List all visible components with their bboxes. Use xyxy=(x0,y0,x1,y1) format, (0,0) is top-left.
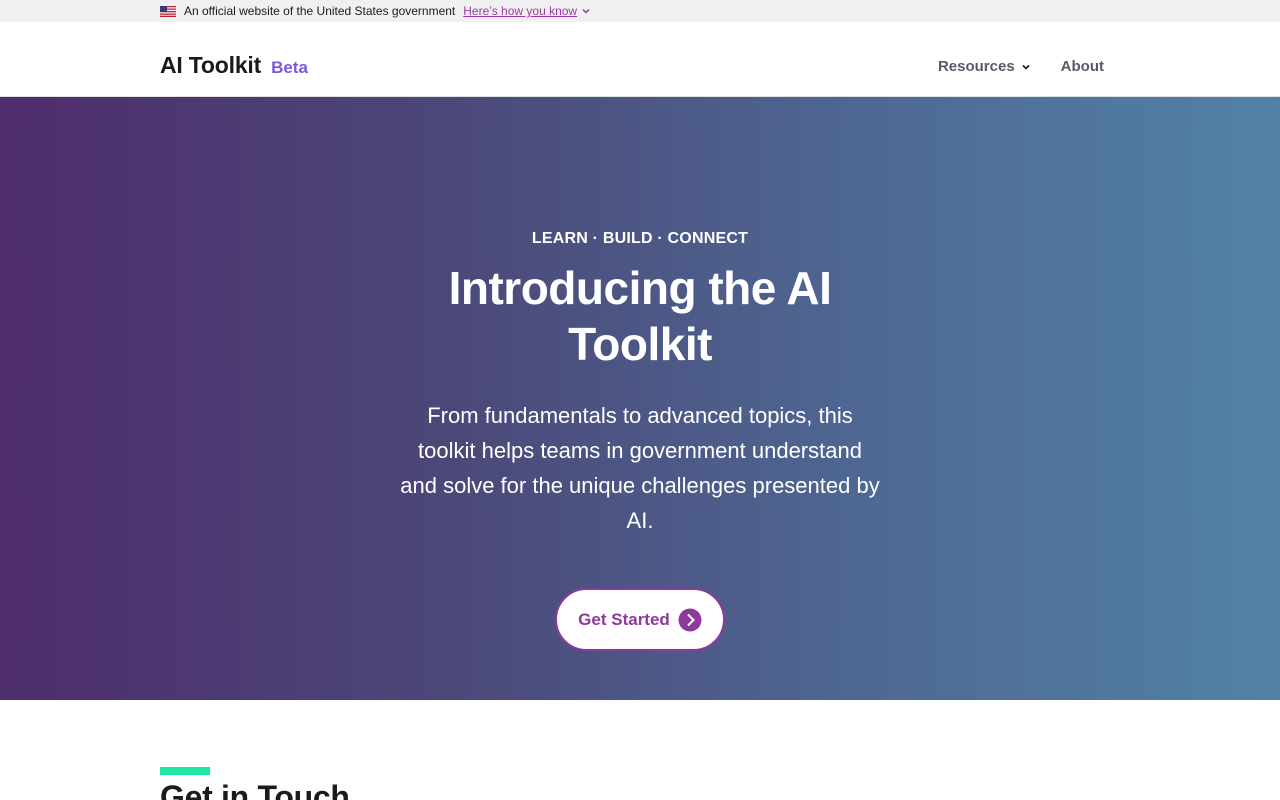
section-accent-bar xyxy=(160,767,210,775)
heres-how-you-know-label: Here’s how you know xyxy=(463,4,578,18)
chevron-down-icon xyxy=(582,8,590,14)
nav-item-about[interactable]: About xyxy=(1061,58,1104,75)
site-title: AI Toolkit xyxy=(160,52,262,78)
get-in-touch-heading: Get in Touch xyxy=(160,779,350,800)
hero-eyebrow: LEARN · BUILD · CONNECT xyxy=(531,230,749,247)
nav-item-resources[interactable]: Resources xyxy=(938,58,1031,75)
get-started-label: Get Started xyxy=(578,609,670,629)
primary-nav: Resources About xyxy=(938,58,1104,75)
chevron-down-icon xyxy=(1022,64,1030,70)
hero-content: LEARN · BUILD · CONNECT Introducing the … xyxy=(390,230,890,538)
hero-section: LEARN · BUILD · CONNECT Introducing the … xyxy=(0,97,1280,700)
gov-banner-text: An official website of the United States… xyxy=(184,4,456,18)
nav-item-about-label: About xyxy=(1060,58,1104,75)
heres-how-you-know-link[interactable]: Here’s how you know xyxy=(463,4,591,18)
site-header: AI Toolkit Beta Resources About xyxy=(0,22,1280,97)
hero-description: From fundamentals to advanced topics, th… xyxy=(400,403,880,533)
site-logo[interactable]: AI Toolkit Beta xyxy=(160,52,308,79)
gov-banner-content: An official website of the United States… xyxy=(160,0,591,22)
get-started-button[interactable]: Get Started xyxy=(555,588,725,651)
arrow-right-circle-icon xyxy=(678,608,702,631)
us-flag-icon xyxy=(160,5,176,17)
beta-badge: Beta xyxy=(271,58,308,77)
gov-banner: An official website of the United States… xyxy=(0,0,1280,22)
hero-title: Introducing the AI Toolkit xyxy=(448,262,832,370)
nav-item-resources-label: Resources xyxy=(937,58,1015,75)
